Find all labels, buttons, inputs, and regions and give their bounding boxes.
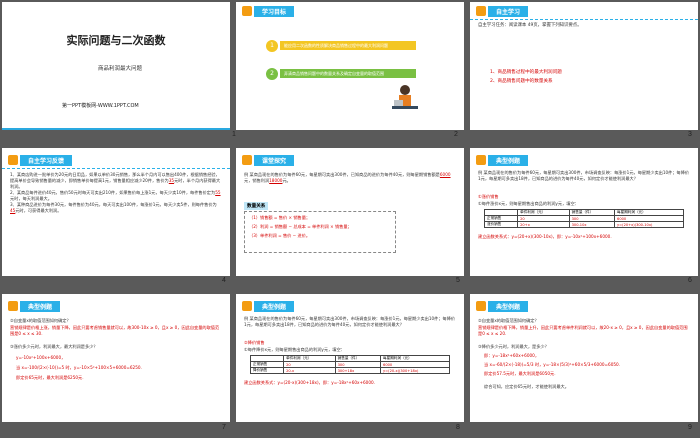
- example-question: 例 某商品现在的售价为每件60元，每星期可卖出300件，已知商品的进价为每件40…: [244, 172, 451, 183]
- slide-4[interactable]: 自主学习反馈 1、某商店购进一批单价为20元的日用品，如果以单价30元销售，那么…: [2, 148, 230, 276]
- section-header: 学习目标: [254, 5, 295, 17]
- study-icon: [476, 6, 486, 16]
- section-header: 自主学习: [488, 5, 529, 17]
- answer-2: 营销规律是价格上涨，销量下降，因此只要考虑销售量就可以，故300-10x ≥ 0…: [10, 325, 220, 336]
- explore-icon: [242, 155, 252, 165]
- example-icon: [242, 301, 252, 311]
- example-icon: [8, 301, 18, 311]
- slide-1[interactable]: 实际问题与二次函数 商品利润最大问题 第一PPT模板网-WWW.1PPT.COM: [2, 2, 230, 130]
- slide-bottom-bar: [2, 128, 230, 130]
- slide-2[interactable]: 学习目标 1 能应用二次函数的性质解决商品销售过程中的最大利润问题 2 弄清商品…: [236, 2, 464, 130]
- example-question: 例 某商品现在的售价为每件60元，每星期可卖出300件，市场调查反映：每涨价1元…: [478, 170, 690, 181]
- feedback-icon: [8, 155, 18, 165]
- relations-box: （1）销售额 = 售价 × 销售量； （2）利润 = 销售额 − 总成本 = 单…: [244, 211, 396, 253]
- question-3: ③涨价多少元时，利润最大，最大利润是多少？: [10, 344, 98, 349]
- goal-badge-2: 2: [266, 68, 278, 80]
- solution-step-2: 当 x=-60/(2×(-18))=5/3 时，y=-18×(5/3)²+60×…: [484, 362, 621, 367]
- table-intro: ①每件降价x元，则每星期售出商品的利润y元，填空：: [244, 347, 345, 352]
- question-3: ③降价多少元时，利润最大，是多少？: [478, 344, 549, 349]
- task-item-1: 1、商品销售过程中的最大利润问题: [490, 70, 562, 75]
- slide-number: 8: [456, 424, 460, 431]
- slide-5[interactable]: 课堂探究 例 某商品现在的售价为每件60元，每星期可卖出300件，已知商品的进价…: [236, 148, 464, 276]
- slide-6[interactable]: 典型例题 例 某商品现在的售价为每件60元，每星期可卖出300件，市场调查反映：…: [470, 148, 698, 276]
- goal-1: 能应用二次函数的性质解决商品销售过程中的最大利润问题: [280, 41, 416, 50]
- example-icon: [476, 301, 486, 311]
- section-header: 典型例题: [254, 300, 295, 312]
- profit-table: 单件利润（元） 销售量（件） 每星期利润（元） 正常销售 20 300 6000 降价销售…: [249, 355, 450, 374]
- answer-2: 营销规律是价格下降，销量上升，因此只要考虑单件利润就可以，故20-x ≥ 0，且…: [478, 325, 688, 336]
- student-illustration: [392, 85, 418, 109]
- relations-box-title: 数量关系: [244, 202, 269, 210]
- section-header: 典型例题: [20, 300, 61, 312]
- solution-step-3: 即定价57.5元时，最大利润是6050元.: [484, 371, 556, 376]
- section-header: 课堂探究: [254, 154, 295, 166]
- slide-7[interactable]: 典型例题 ②自变量x的取值范围如何确定？ 营销规律是价格上涨，销量下降，因此只要…: [2, 294, 230, 422]
- solution-step-1: 即：y=-18x²+60x+6000，: [484, 353, 540, 358]
- feedback-text: 1、某商店购进一批单价为20元的日用品，如果以单价30元销售，那么半个月内可以售…: [10, 172, 221, 213]
- answer-2: 55: [215, 190, 221, 195]
- conclusion: 综合可知，应定价65元时，才能使利润最大。: [484, 384, 569, 389]
- slide-1-footer: 第一PPT模板网-WWW.1PPT.COM: [62, 103, 139, 109]
- solution-step-3: 即定价65元时，最大利润是6250元.: [16, 375, 84, 380]
- goal-icon: [242, 6, 252, 16]
- slide-1-subtitle: 商品利润最大问题: [98, 66, 143, 72]
- section-header: 自主学习反馈: [20, 154, 73, 166]
- example-icon: [476, 155, 486, 165]
- slide-9[interactable]: 典型例题 ②自变量x的取值范围如何确定？ 营销规律是价格下降，销量上升，因此只要…: [470, 294, 698, 422]
- function-relation: 建立函数关系式：y=(20+x)(300-10x)，即：y=-10x²+100x…: [478, 234, 612, 239]
- slide-1-title: 实际问题与二次函数: [66, 34, 166, 47]
- section-header: 典型例题: [488, 300, 529, 312]
- example-question: 例 某商品现在的售价为每件60元，每星期可卖出300件，市场调查反映：每涨价1元…: [244, 316, 456, 327]
- solution-step-1: y=-10x²+100x+6000，: [16, 355, 66, 360]
- slide-3[interactable]: 自主学习 自主学习任务：阅读课本 49页，掌握下列知识要点。 1、商品销售过程中…: [470, 2, 698, 130]
- question-2: ②自变量x的取值范围如何确定？: [478, 318, 539, 323]
- task-item-2: 2、商品销售问题中的数量关系: [490, 79, 553, 84]
- slide-8[interactable]: 典型例题 例 某商品现在的售价为每件60元，每星期可卖出300件，市场调查反映：…: [236, 294, 464, 422]
- profit-table: 单件利润（元） 销售量（件） 每星期利润（元） 正常销售 20 300 6000 涨价销售…: [483, 209, 684, 228]
- sub-case: ②降价销售: [244, 340, 265, 345]
- section-header: 典型例题: [488, 154, 529, 166]
- goal-2: 弄清商品销售问题中的数量关系及确定自变量的取值范围: [280, 69, 416, 78]
- question-2: ②自变量x的取值范围如何确定？: [10, 318, 71, 323]
- slide-number: 9: [688, 424, 692, 431]
- task-text: 自主学习任务：阅读课本 49页，掌握下列知识要点。: [478, 23, 582, 28]
- table-intro: ①每件涨价x元，则每星期售出商品的利润y元，填空：: [478, 201, 579, 206]
- sub-case: ①涨价销售: [478, 194, 499, 199]
- goal-badge-1: 1: [266, 40, 278, 52]
- solution-step-2: 当 x=-100/(2×(-10))=5 时，y=-10×5²+100×5+60…: [16, 365, 142, 370]
- function-relation: 建立函数关系式：y=(20-x)(300+18x)，即：y=-18x²+60x+…: [244, 380, 376, 385]
